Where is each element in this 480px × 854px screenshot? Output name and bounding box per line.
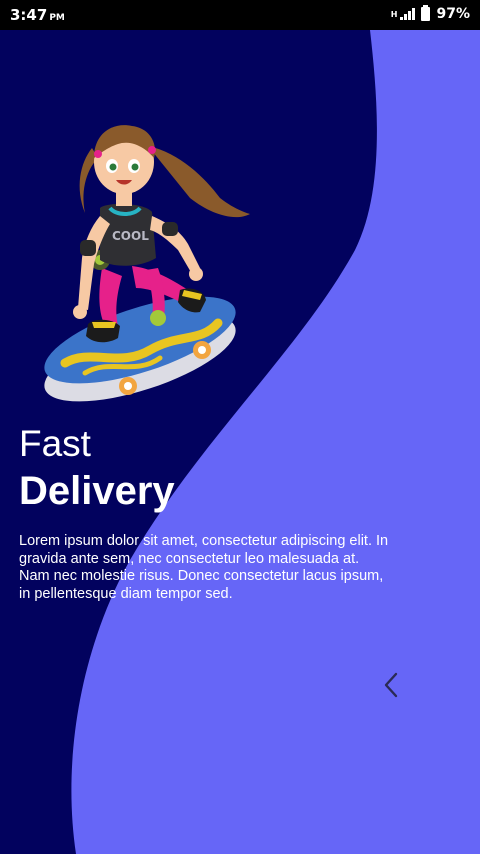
status-time: 3:47 PM	[10, 6, 65, 24]
status-icons: H 97%	[390, 5, 470, 22]
status-time-ampm: PM	[49, 13, 65, 23]
onboarding-title-bold: Delivery	[19, 469, 175, 513]
onboarding-title-light: Fast	[19, 423, 91, 464]
status-bar: 3:47 PM H 97%	[0, 0, 480, 30]
chevron-left-icon	[384, 672, 398, 698]
svg-text:COOL: COOL	[112, 229, 149, 243]
onboarding-screen: 3:47 PM H 97% COOL Fast Delivery Lorem i…	[0, 0, 480, 854]
network-type-label: H	[390, 9, 398, 19]
signal-icon	[400, 8, 416, 20]
girl-on-skateboard-illustration: COOL	[44, 125, 250, 402]
previous-slide-button[interactable]	[374, 668, 408, 702]
battery-icon	[421, 5, 431, 21]
status-time-value: 3:47	[10, 6, 48, 24]
onboarding-description: Lorem ipsum dolor sit amet, consectetur …	[19, 533, 389, 602]
battery-percent: 97%	[436, 6, 470, 22]
